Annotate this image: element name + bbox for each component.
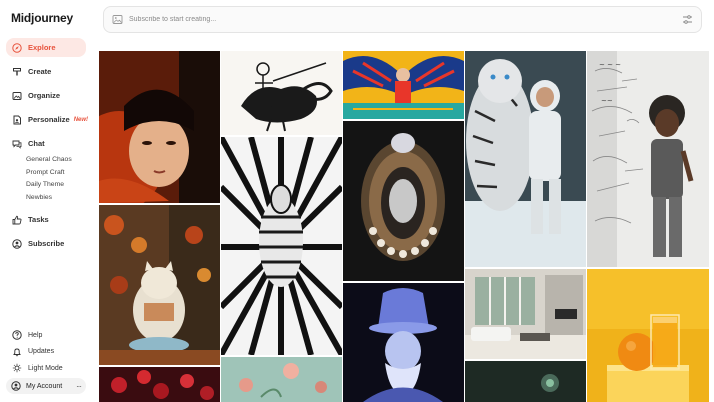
nav-item-help[interactable]: Help — [6, 328, 86, 342]
new-badge: New! — [73, 116, 89, 123]
gallery-image-zebra-stripes[interactable] — [221, 137, 342, 355]
nav-label-create: Create — [28, 67, 52, 76]
nav-item-updates[interactable]: Updates — [6, 345, 86, 359]
gallery-image-jeweled-ornament[interactable] — [343, 121, 464, 281]
nav-item-light-mode[interactable]: Light Mode — [6, 361, 86, 375]
help-icon — [12, 330, 22, 340]
sidebar: Midjourney Explore Create Organize Perso… — [0, 0, 92, 402]
account-avatar-icon — [11, 381, 21, 391]
gallery-image-girl-portrait[interactable] — [99, 51, 220, 203]
image-folder-icon — [12, 91, 22, 101]
prompt-input[interactable] — [129, 16, 682, 23]
bottom-nav: Help Updates Light Mode My Account ··· — [6, 328, 86, 394]
nav-item-tasks[interactable]: Tasks — [6, 210, 86, 229]
chat-room-newbies[interactable]: Newbies — [26, 192, 86, 205]
chat-room-prompt-craft[interactable]: Prompt Craft — [26, 167, 86, 180]
thumbs-up-icon — [12, 215, 22, 225]
gallery-image-floral-tile[interactable] — [221, 357, 342, 402]
nav-item-create[interactable]: Create — [6, 62, 86, 81]
main-nav: Explore Create Organize Personalize New! — [6, 38, 89, 258]
chat-room-general-chaos[interactable]: General Chaos — [26, 154, 86, 167]
sun-icon — [12, 363, 22, 373]
gallery-image-boy-graffiti-wall[interactable]: ~ ~ ~ ~~ — [587, 51, 709, 267]
nav-item-chat[interactable]: Chat — [6, 134, 86, 153]
chat-icon — [12, 139, 22, 149]
gallery-image-folk-art[interactable] — [343, 51, 464, 119]
nav-label-explore: Explore — [28, 43, 56, 52]
personalize-icon — [12, 115, 22, 125]
account-label: My Account — [26, 382, 63, 390]
gallery-image-skeleton-rooster[interactable] — [221, 51, 342, 135]
settings-sliders-icon[interactable] — [682, 14, 693, 25]
bell-icon — [12, 347, 22, 357]
nav-label-tasks: Tasks — [28, 215, 49, 224]
nav-label-personalize: Personalize — [28, 115, 70, 124]
account-button[interactable]: My Account ··· — [6, 378, 86, 394]
gallery-image-red-berries[interactable] — [99, 367, 220, 402]
brush-icon — [12, 67, 22, 77]
nav-label-chat: Chat — [28, 139, 45, 148]
image-upload-icon[interactable] — [112, 14, 123, 25]
app-logo[interactable]: Midjourney — [11, 11, 73, 25]
nav-item-subscribe[interactable]: Subscribe — [6, 234, 86, 253]
gallery-image-cat-reading[interactable] — [99, 205, 220, 365]
gallery-image-tiger-astronaut[interactable] — [465, 51, 586, 267]
gallery-image-dark-scene[interactable] — [465, 361, 586, 402]
nav-label-subscribe: Subscribe — [28, 239, 65, 248]
nav-item-organize[interactable]: Organize — [6, 86, 86, 105]
gallery-image-living-room[interactable] — [465, 269, 586, 359]
chat-room-list: General Chaos Prompt Craft Daily Theme N… — [26, 154, 86, 204]
nav-label-organize: Organize — [28, 91, 61, 100]
compass-icon — [12, 42, 22, 53]
nav-label-updates: Updates — [28, 348, 55, 355]
nav-item-explore[interactable]: Explore — [6, 38, 86, 57]
nav-label-light-mode: Light Mode — [28, 364, 63, 372]
more-icon[interactable]: ··· — [76, 382, 82, 391]
gallery-image-orange-juice[interactable] — [587, 269, 709, 402]
user-circle-icon — [12, 238, 22, 249]
nav-item-personalize[interactable]: Personalize New! — [6, 110, 89, 129]
prompt-bar — [103, 6, 702, 33]
chat-room-daily-theme[interactable]: Daily Theme — [26, 179, 86, 192]
svg-text:~~: ~~ — [601, 97, 613, 105]
svg-text:~ ~ ~: ~ ~ ~ — [599, 61, 621, 69]
nav-label-help: Help — [28, 331, 43, 339]
explore-gallery: ~ ~ ~ ~~ — [99, 51, 709, 402]
gallery-image-glowing-wizard[interactable] — [343, 283, 464, 402]
